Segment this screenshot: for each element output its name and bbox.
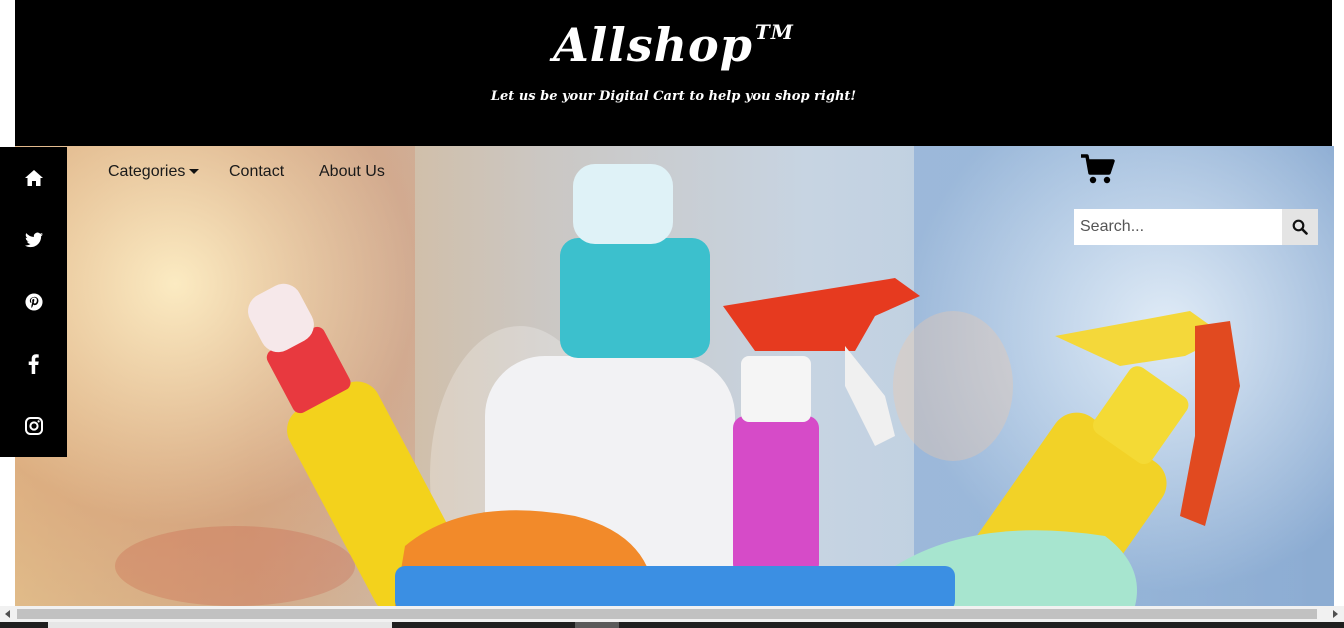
facebook-icon bbox=[28, 354, 39, 374]
scroll-left-arrow-icon[interactable] bbox=[5, 610, 10, 618]
sidebar-twitter-link[interactable] bbox=[0, 209, 67, 271]
tagline: Let us be your Digital Cart to help you … bbox=[490, 89, 857, 104]
instagram-icon bbox=[24, 417, 43, 435]
horizontal-scrollbar[interactable] bbox=[0, 606, 1344, 622]
sidebar-home-link[interactable] bbox=[0, 147, 67, 209]
nav-about-us[interactable]: About Us bbox=[319, 163, 385, 181]
search-icon bbox=[1292, 219, 1308, 235]
trademark: TM bbox=[754, 20, 794, 44]
brand-logo[interactable]: Allshop TM bbox=[15, 18, 1332, 72]
cart-icon bbox=[1081, 154, 1115, 184]
site-header: Allshop TM Let us be your Digital Cart to… bbox=[15, 0, 1332, 146]
scrollbar-thumb[interactable] bbox=[17, 609, 1317, 619]
cart-button[interactable] bbox=[1080, 154, 1116, 186]
brand-name: Allshop bbox=[553, 18, 753, 72]
sidebar-facebook-link[interactable] bbox=[0, 333, 67, 395]
search-form bbox=[1074, 209, 1318, 245]
nav-categories[interactable]: Categories bbox=[108, 163, 200, 181]
taskbar-segment bbox=[575, 622, 619, 628]
twitter-icon bbox=[24, 232, 43, 248]
nav-contact[interactable]: Contact bbox=[229, 163, 284, 181]
caret-down-icon bbox=[189, 169, 200, 175]
taskbar-strip bbox=[0, 622, 1344, 628]
pinterest-icon bbox=[24, 293, 43, 311]
search-input[interactable] bbox=[1074, 209, 1282, 245]
taskbar-segment bbox=[48, 622, 392, 628]
nav-categories-label: Categories bbox=[108, 163, 186, 180]
social-sidebar bbox=[0, 147, 67, 457]
scroll-right-arrow-icon[interactable] bbox=[1333, 610, 1338, 618]
search-button[interactable] bbox=[1282, 209, 1318, 245]
sidebar-instagram-link[interactable] bbox=[0, 395, 67, 457]
sidebar-pinterest-link[interactable] bbox=[0, 271, 67, 333]
home-icon bbox=[24, 170, 43, 186]
